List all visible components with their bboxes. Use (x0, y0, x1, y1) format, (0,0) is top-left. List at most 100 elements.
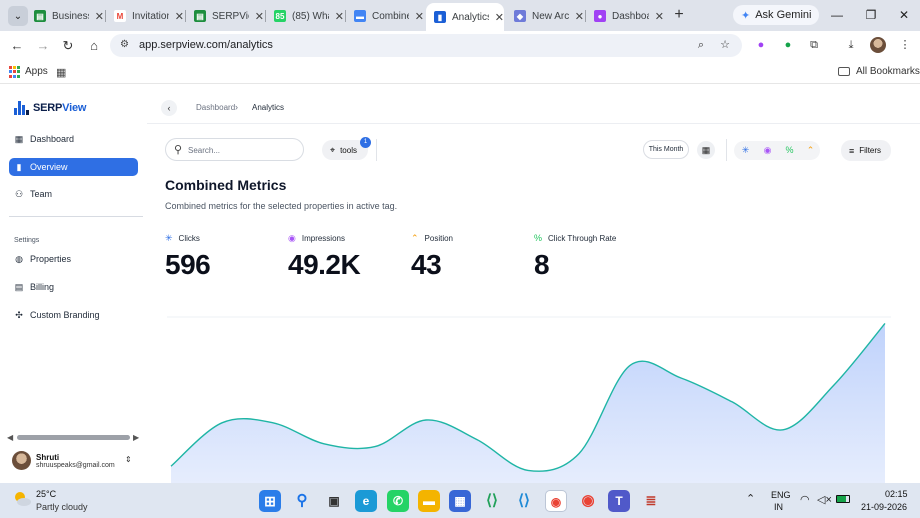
chrome-icon[interactable]: ◉ (545, 490, 567, 512)
close-tab-icon[interactable]: ✕ (335, 10, 344, 23)
home-icon[interactable]: ⌂ (85, 37, 103, 55)
all-bookmarks-button[interactable]: All Bookmarks (838, 66, 920, 77)
back-button[interactable]: ‹ (161, 100, 177, 116)
stacked-app-icon[interactable]: ≣ (640, 490, 662, 512)
reload-icon[interactable]: ↻ (59, 37, 77, 55)
back-arrow-icon[interactable]: ← (8, 37, 26, 55)
impressions-toggle-icon[interactable]: ◉ (761, 144, 774, 157)
start-windows-icon[interactable]: ⊞ (259, 490, 281, 512)
tab-search-button[interactable]: ⌄ (8, 6, 28, 26)
profile-avatar-icon[interactable] (870, 37, 886, 53)
chart-point-11[interactable] (731, 400, 734, 403)
breadcrumb-dashboard-link[interactable]: Dashboard (196, 103, 235, 112)
search-taskbar-icon[interactable]: ⚲ (291, 490, 313, 512)
clicks-toggle-icon[interactable]: ✳ (739, 144, 752, 157)
grammarly-icon[interactable]: ● (780, 37, 796, 53)
search-input[interactable] (188, 144, 293, 156)
ctr-toggle-icon[interactable]: % (783, 144, 796, 157)
sidebar-item-properties[interactable]: ◍ Properties (9, 250, 138, 268)
clock-time[interactable]: 02:15 (885, 489, 908, 499)
minimize-icon[interactable]: — (828, 6, 846, 24)
close-tab-icon[interactable]: ✕ (655, 10, 664, 23)
scroll-right-icon[interactable]: ▶ (133, 433, 139, 442)
close-tab-icon[interactable]: ✕ (255, 10, 264, 23)
chart-point-9[interactable] (629, 364, 632, 367)
chart-point-12[interactable] (782, 428, 785, 431)
browser-tab[interactable]: ● Dashboard ✕ (586, 4, 664, 28)
calendar-icon[interactable]: ▦ (697, 141, 715, 159)
scroll-left-icon[interactable]: ◀ (7, 433, 13, 442)
forward-arrow-icon[interactable]: → (34, 37, 52, 55)
chart-point-7[interactable] (527, 469, 530, 472)
user-profile[interactable]: Shruti shruuspeaks@gmail.com (12, 451, 115, 470)
chrome-profile-icon[interactable]: ◉ (577, 490, 599, 512)
sidebar-item-overview[interactable]: ▮ Overview (9, 158, 138, 176)
browser-tab[interactable]: ◆ New Arc ✕ (506, 4, 584, 28)
whatsapp-icon[interactable]: ✆ (387, 490, 409, 512)
download-icon[interactable]: ⤓ (843, 37, 859, 53)
teams-icon[interactable]: T (608, 490, 630, 512)
tab-groups-icon[interactable]: ▦ (56, 66, 66, 79)
browser-tab[interactable]: ▮ Analytics ✕ (426, 3, 504, 31)
browser-tab[interactable]: M Invitation ✕ (106, 4, 184, 28)
vscode-green-icon[interactable]: ⟨⟩ (481, 490, 503, 512)
browser-tab[interactable]: ▤ Business ✕ (26, 4, 104, 28)
position-toggle-icon[interactable]: ⌃ (804, 144, 817, 157)
date-range-button[interactable]: This Month (643, 140, 689, 159)
vscode-icon[interactable]: ⟨⟩ (513, 490, 535, 512)
close-tab-icon[interactable]: ✕ (575, 10, 584, 23)
horizontal-scrollbar[interactable]: ◀ ▶ (7, 433, 141, 442)
close-tab-icon[interactable]: ✕ (415, 10, 424, 23)
chart-point-13[interactable] (833, 384, 836, 387)
chart-point-2[interactable] (272, 421, 275, 424)
chart-point-14[interactable] (884, 322, 887, 325)
zoom-icon[interactable]: ⌕ (693, 37, 709, 53)
chart-point-6[interactable] (476, 438, 479, 441)
chart-point-5[interactable] (425, 419, 428, 422)
wifi-icon[interactable]: ◠ (800, 493, 810, 506)
sidebar-item-team[interactable]: ⚇ Team (9, 185, 138, 203)
serpview-logo[interactable]: SERPView (14, 101, 86, 115)
scrollbar-thumb[interactable] (17, 435, 130, 440)
file-explorer-icon[interactable]: ▬ (418, 490, 440, 512)
chart-point-10[interactable] (680, 377, 683, 380)
close-tab-icon[interactable]: ✕ (495, 11, 504, 24)
store-icon[interactable]: ▦ (449, 490, 471, 512)
new-tab-button[interactable]: + (670, 6, 688, 24)
restore-icon[interactable]: ❐ (862, 6, 880, 24)
chart-point-8[interactable] (578, 452, 581, 455)
search-box[interactable]: ⚲ (165, 138, 304, 161)
chart-point-3[interactable] (323, 442, 326, 445)
address-bar[interactable]: ⚙ app.serpview.com/analytics ⌕ ☆ (110, 34, 742, 57)
close-tab-icon[interactable]: ✕ (175, 10, 184, 23)
site-info-icon[interactable]: ⚙ (120, 39, 129, 50)
show-hidden-icons-chevron-icon[interactable]: ⌃ (746, 492, 755, 505)
battery-icon[interactable] (836, 495, 850, 503)
chevrons-updown-icon[interactable]: ⇕ (125, 455, 132, 464)
filters-button[interactable]: ≡ Filters (841, 140, 891, 161)
volume-muted-icon[interactable]: ◁× (817, 493, 832, 506)
sidebar-item-custom-branding[interactable]: ✣ Custom Branding (9, 306, 138, 324)
partly-cloudy-icon[interactable] (12, 491, 32, 507)
bookmark-star-icon[interactable]: ☆ (717, 37, 733, 53)
sidebar-item-billing[interactable]: ▤ Billing (9, 278, 138, 296)
language-indicator[interactable]: ENG (771, 490, 791, 500)
edge-icon[interactable]: e (355, 490, 377, 512)
close-window-icon[interactable]: ✕ (895, 6, 913, 24)
extensions-puzzle-icon[interactable]: ⧉ (806, 37, 822, 53)
close-tab-icon[interactable]: ✕ (95, 10, 104, 23)
more-menu-icon[interactable]: ⋮ (897, 37, 913, 53)
task-view-icon[interactable]: ▣ (323, 490, 345, 512)
apps-bookmark[interactable]: Apps (25, 66, 48, 77)
clock-date[interactable]: 21-09-2026 (861, 502, 907, 512)
browser-tab[interactable]: 85 (85) WhatsApp ✕ (266, 4, 344, 28)
chart-point-4[interactable] (374, 445, 377, 448)
browser-tab[interactable]: ▤ SERPView ✕ (186, 4, 264, 28)
sidebar-item-dashboard[interactable]: ▦ Dashboard (9, 130, 138, 148)
browser-tab[interactable]: ▬ Combined ✕ (346, 4, 424, 28)
chart-point-1[interactable] (221, 421, 224, 424)
apps-grid-icon[interactable] (9, 66, 21, 78)
chart-point-0[interactable] (170, 465, 173, 468)
ask-gemini-button[interactable]: ✦ Ask Gemini (733, 5, 820, 25)
extension-purple-icon[interactable]: ● (753, 37, 769, 53)
